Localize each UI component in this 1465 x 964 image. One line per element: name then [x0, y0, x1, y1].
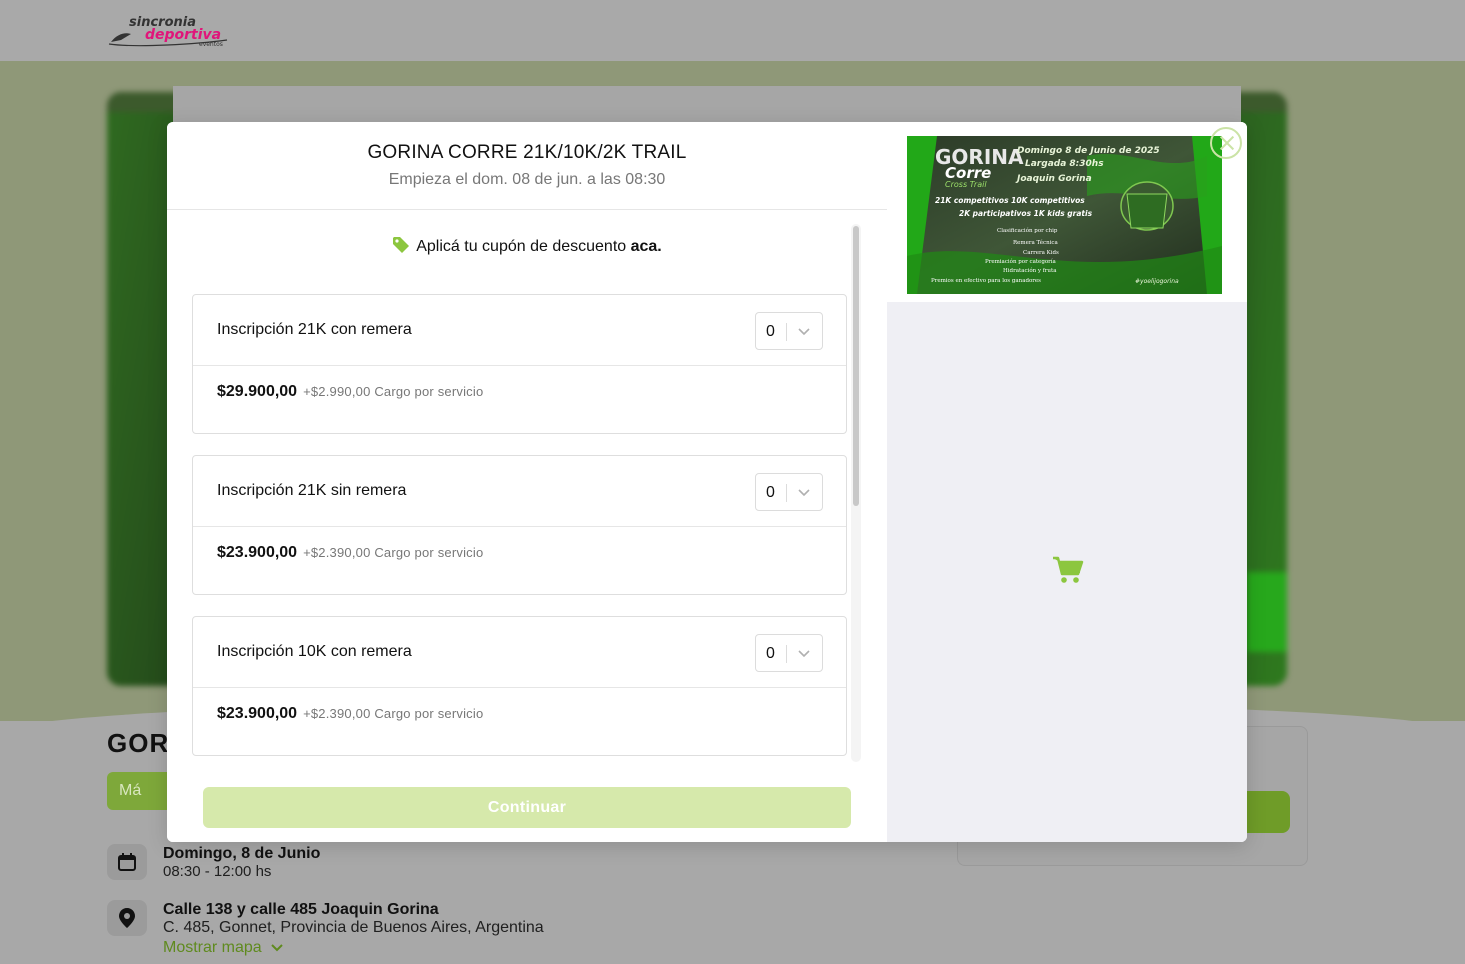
poster-hashtag: #yoelijogorina	[1135, 278, 1179, 285]
poster-feature: Premios en efectivo para los ganadores	[931, 278, 1041, 284]
shopping-cart-icon	[1053, 556, 1084, 583]
location-info: Calle 138 y calle 485 Joaquin Gorina C. …	[107, 900, 544, 959]
poster-start: Largada 8:30hs	[1025, 159, 1104, 169]
service-fee: +$2.390,00 Cargo por servicio	[303, 706, 484, 721]
ticket-item: Inscripción 10K con remera 0 $23.900,00 +…	[192, 616, 847, 756]
service-fee: +$2.990,00 Cargo por servicio	[303, 384, 484, 399]
coupon-link[interactable]: aca.	[631, 238, 662, 255]
hero-overlay	[173, 86, 1241, 126]
site-header: sincronia deportiva eventos	[0, 0, 1465, 61]
location-pin-icon	[107, 900, 147, 936]
poster-date: Domingo 8 de Junio de 2025	[1017, 146, 1160, 156]
ticket-price-row: $23.900,00 +$2.390,00 Cargo por servicio	[217, 705, 483, 723]
coupon-row[interactable]: Aplicá tu cupón de descuento aca.	[167, 236, 887, 256]
ticket-modal: GORINA CORRE 21K/10K/2K TRAIL Empieza el…	[167, 122, 1247, 842]
calendar-icon	[107, 844, 147, 880]
date-info: Domingo, 8 de Junio 08:30 - 12:00 hs	[107, 844, 320, 881]
event-poster-area: GORINA Corre Cross Trail Domingo 8 de Ju…	[887, 122, 1247, 302]
chevron-down-icon	[798, 328, 810, 336]
continue-button[interactable]: Continuar	[203, 787, 851, 828]
ticket-panel: GORINA CORRE 21K/10K/2K TRAIL Empieza el…	[167, 122, 887, 842]
chevron-down-icon	[798, 650, 810, 658]
location-address: C. 485, Gonnet, Provincia de Buenos Aire…	[163, 919, 544, 936]
date-time: 08:30 - 12:00 hs	[163, 863, 272, 880]
ticket-price: $23.900,00	[217, 705, 298, 722]
chevron-down-icon	[271, 944, 283, 952]
quantity-select[interactable]: 0	[755, 312, 823, 350]
poster-feature: Carrera Kids	[1023, 250, 1059, 256]
modal-header: GORINA CORRE 21K/10K/2K TRAIL Empieza el…	[167, 122, 887, 210]
quantity-value: 0	[766, 645, 775, 662]
tag-icon	[393, 237, 410, 253]
site-logo[interactable]: sincronia deportiva eventos	[107, 14, 231, 48]
event-poster: GORINA Corre Cross Trail Domingo 8 de Ju…	[907, 136, 1222, 294]
ticket-price: $29.900,00	[217, 383, 298, 400]
quantity-value: 0	[766, 323, 775, 340]
quantity-select[interactable]: 0	[755, 634, 823, 672]
poster-feature: Clasificación por chip	[997, 227, 1058, 234]
ticket-name: Inscripción 10K con remera	[217, 643, 412, 660]
ticket-item: Inscripción 21K con remera 0 $29.900,00 +…	[192, 294, 847, 434]
coupon-text: Aplicá tu cupón de descuento	[416, 238, 631, 255]
date-main: Domingo, 8 de Junio	[163, 845, 321, 862]
poster-brand-3: Cross Trail	[945, 180, 987, 189]
ticket-list-scrollbar[interactable]	[851, 224, 861, 762]
event-start-time: Empieza el dom. 08 de jun. a las 08:30	[388, 171, 666, 188]
ticket-price-row: $23.900,00 +$2.390,00 Cargo por servicio	[217, 544, 483, 562]
ticket-price-row: $29.900,00 +$2.990,00 Cargo por servicio	[217, 383, 483, 401]
cart-panel: GORINA Corre Cross Trail Domingo 8 de Ju…	[887, 122, 1247, 842]
chevron-down-icon	[798, 489, 810, 497]
quantity-select[interactable]: 0	[755, 473, 823, 511]
ticket-name: Inscripción 21K sin remera	[217, 482, 407, 499]
show-map-link[interactable]: Mostrar mapa	[163, 937, 544, 959]
close-modal-button[interactable]	[1210, 127, 1242, 159]
ticket-price: $23.900,00	[217, 544, 298, 561]
poster-line-2: 2K participativos 1K kids gratis	[959, 209, 1093, 218]
chip-label: Má	[119, 782, 142, 799]
service-fee: +$2.390,00 Cargo por servicio	[303, 545, 484, 560]
scrollbar-thumb[interactable]	[853, 226, 859, 506]
quantity-value: 0	[766, 484, 775, 501]
poster-feature: Remera Técnica	[1013, 239, 1058, 246]
poster-feature: Premiación por categoría	[985, 258, 1057, 265]
poster-place: Joaquin Gorina	[1015, 174, 1092, 184]
event-title: GORINA CORRE 21K/10K/2K TRAIL	[367, 142, 687, 163]
logo-text-3: eventos	[199, 41, 223, 48]
event-heading: GOR	[107, 728, 170, 758]
poster-feature: Hidratación y fruta	[1003, 267, 1057, 274]
location-main: Calle 138 y calle 485 Joaquin Gorina	[163, 901, 439, 918]
show-map-label: Mostrar mapa	[163, 939, 262, 956]
poster-line-1: 21K competitivos 10K competitivos	[935, 196, 1085, 205]
ticket-item: Inscripción 21K sin remera 0 $23.900,00 +…	[192, 455, 847, 595]
ticket-name: Inscripción 21K con remera	[217, 321, 412, 338]
